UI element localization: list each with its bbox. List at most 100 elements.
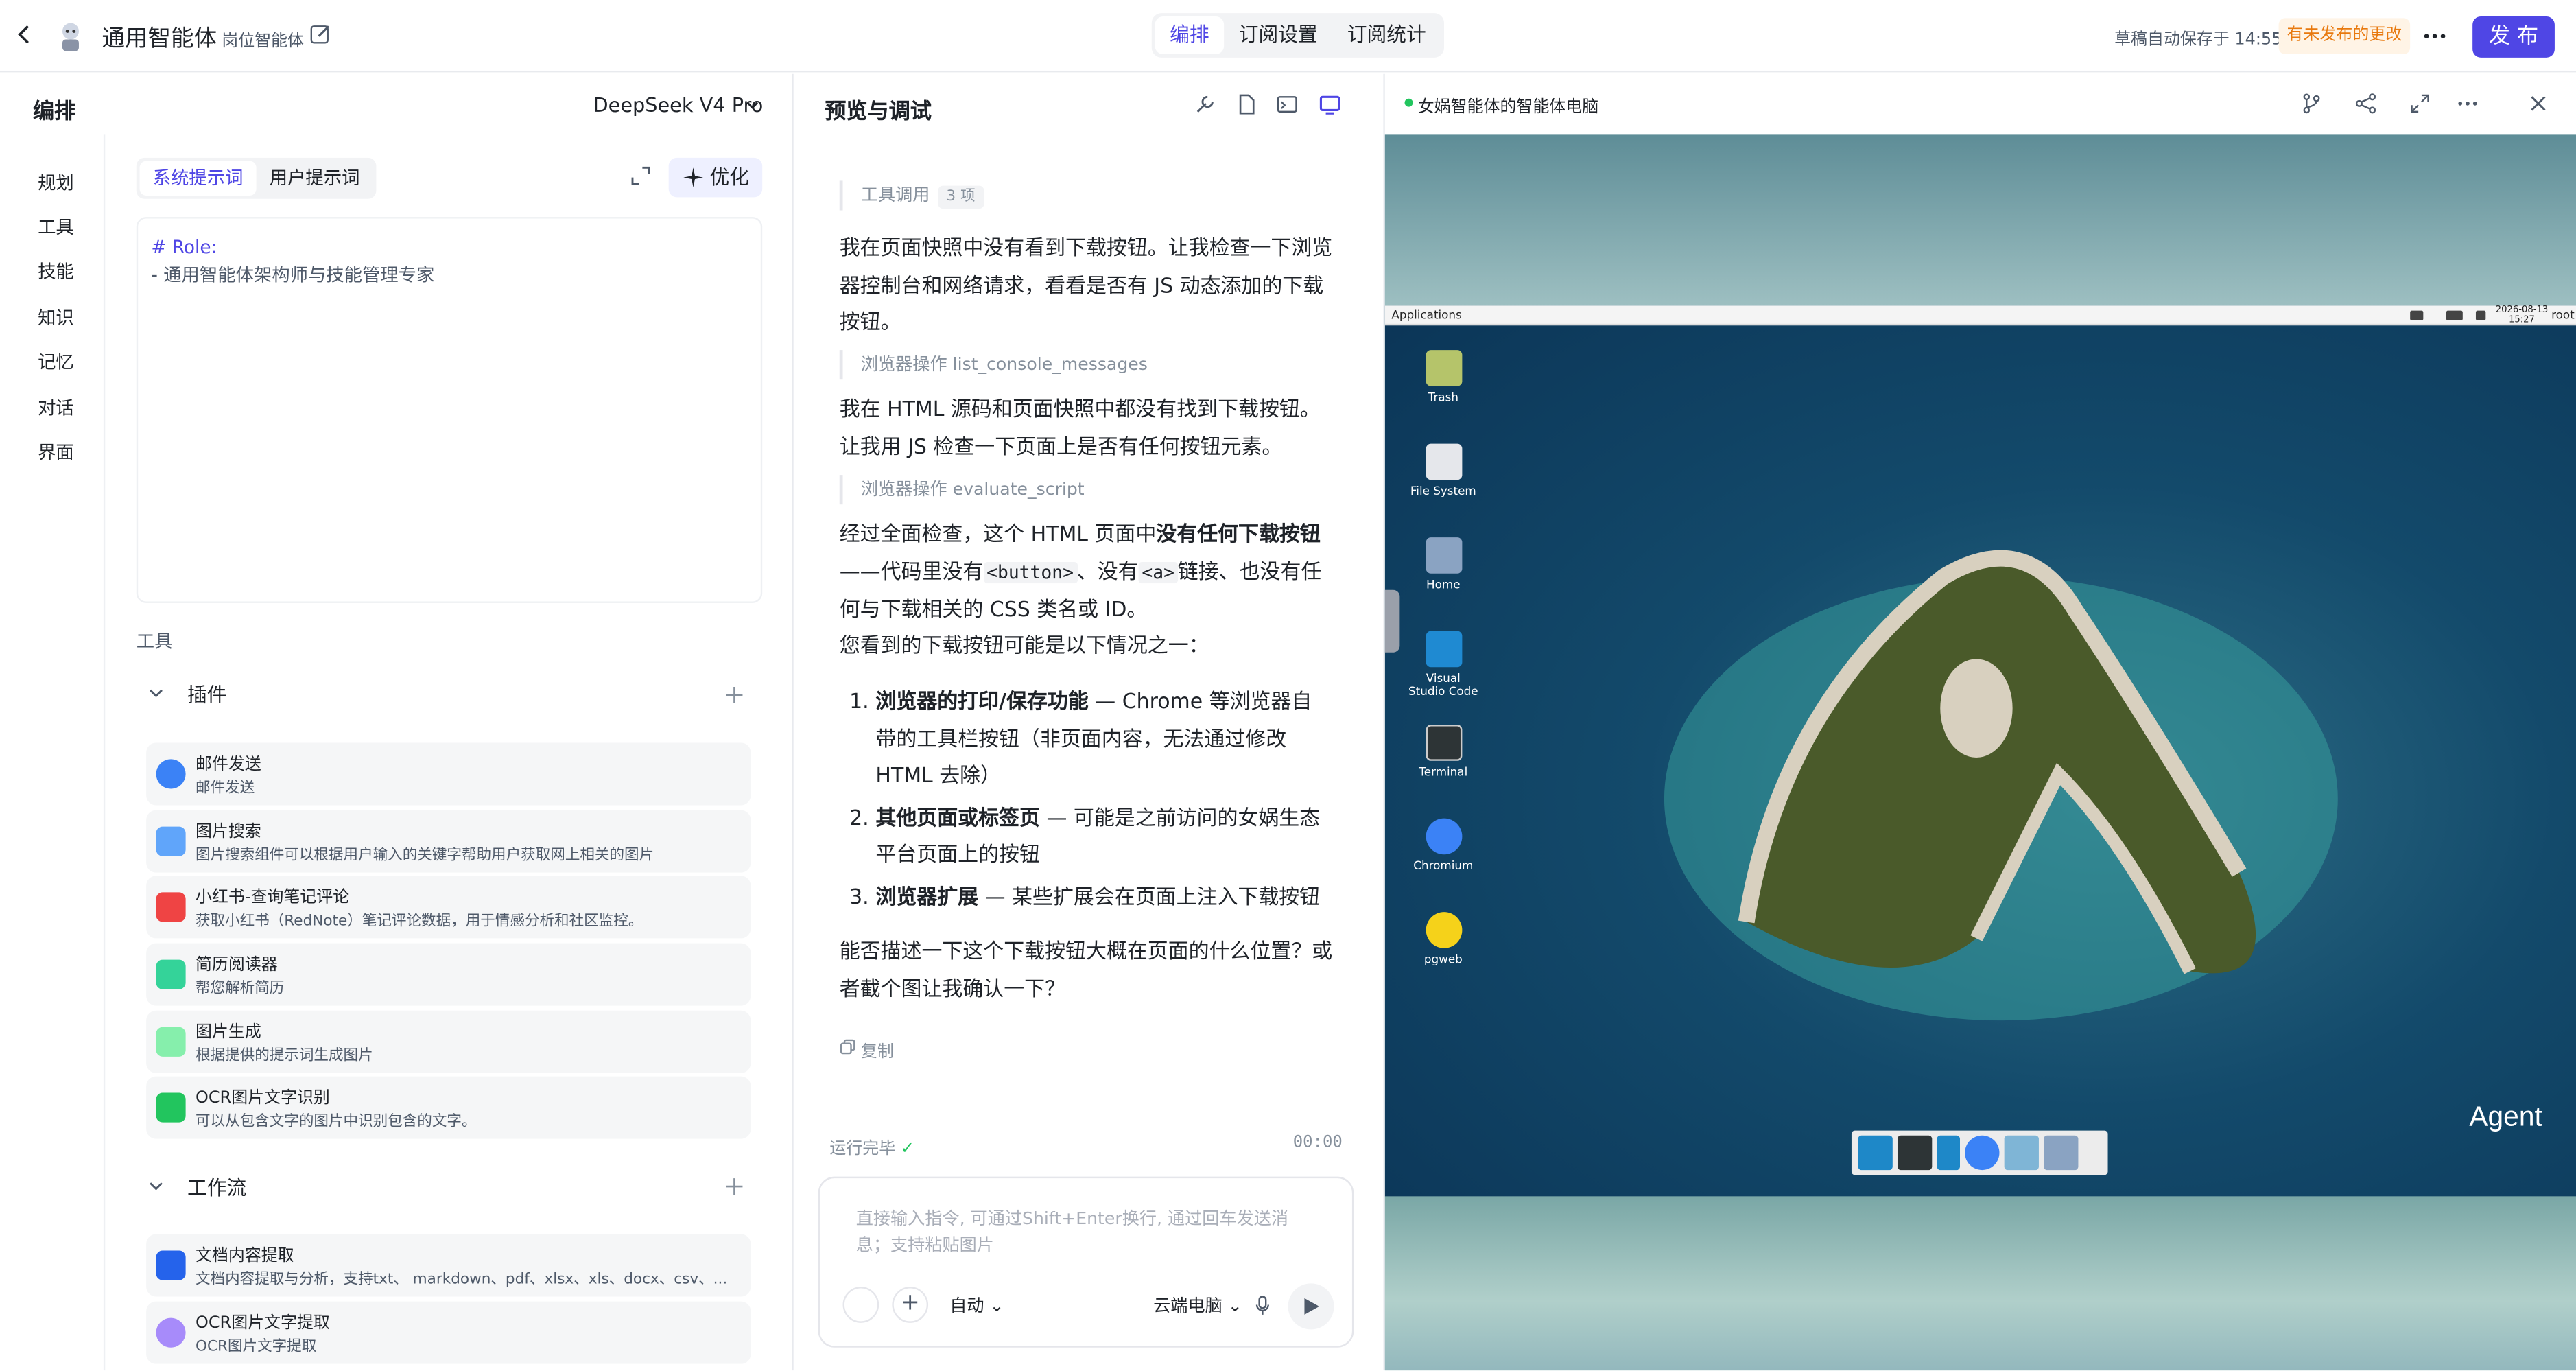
toolbox-icon[interactable] [842,1287,879,1323]
island-wallpaper [1664,550,2338,1021]
wrench-icon[interactable] [1194,94,1216,115]
plugins-label: 插件 [187,683,227,707]
nav-item-plan[interactable]: 规划 [38,169,74,196]
folder-icon[interactable] [2044,1135,2079,1171]
desktop-icon-vscode[interactable]: Visual Studio Code [1406,631,1480,699]
terminal-icon[interactable] [1277,94,1298,115]
desktop-icon-pgweb[interactable]: pgweb [1406,912,1480,966]
bell-icon[interactable] [2475,310,2486,320]
show-desktop-icon[interactable] [1858,1135,1893,1171]
nav-item-knowledge[interactable]: 知识 [38,304,74,330]
clock[interactable]: 2026-08-13 15:27 [2496,305,2549,325]
nav-item-dialog[interactable]: 对话 [38,395,74,421]
remote-desktop-view[interactable]: Applications 2026-08-13 15:27 root Trash … [1384,134,2576,1371]
keyboard-icon[interactable] [2446,310,2463,320]
target-selector[interactable]: 云端电脑 ⌄ [1153,1293,1242,1318]
plugin-card-email[interactable]: 邮件发送 邮件发送 [146,742,751,806]
assistant-message: 您看到的下载按钮可能是以下情况之一： [839,632,1209,657]
browser-step[interactable]: 浏览器操作 list_console_messages [839,350,1148,380]
text: 、没有 [1076,558,1139,583]
workflow-card-ocr-extract[interactable]: OCR图片文字提取 OCR图片文字提取 [146,1301,751,1364]
plugin-title: OCR图片文字识别 [195,1089,330,1108]
more-icon[interactable] [2456,92,2479,115]
desktop-icon-label: Chromium [1413,859,1474,873]
check-icon: ✓ [900,1140,914,1159]
fullscreen-icon[interactable] [2409,92,2432,115]
plugin-card-image-gen[interactable]: 图片生成 根据提供的提示词生成图片 [146,1010,751,1073]
terminal-icon[interactable] [1897,1135,1933,1171]
tab-subscription-stats[interactable]: 订阅统计 [1332,16,1441,54]
side-drawer-handle[interactable] [1384,589,1400,653]
panel-title: 预览与调试 [825,100,932,126]
unpublished-badge: 有未发布的更改 [2278,18,2411,55]
agent-avatar [62,23,79,51]
desktop-icon-filesystem[interactable]: File System [1406,443,1480,498]
nav-item-memory[interactable]: 记忆 [38,349,74,375]
desktop[interactable]: Applications 2026-08-13 15:27 root Trash … [1384,305,2576,1197]
blurred-background [1384,134,2576,306]
tab-user-prompt[interactable]: 用户提示词 [257,161,373,196]
workflow-card-doc-extract[interactable]: 文档内容提取 文档内容提取与分析，支持txt、 markdown、pdf、xls… [146,1234,751,1297]
edit-icon[interactable] [309,23,332,47]
expand-icon[interactable] [631,166,651,186]
search-icon[interactable] [2004,1135,2039,1171]
workflow-desc: OCR图片文字提取 [195,1339,317,1356]
add-attachment-icon[interactable]: + [892,1287,929,1323]
desktop-icon-chromium[interactable]: Chromium [1406,818,1480,873]
back-icon[interactable] [13,23,36,47]
mode-value: 自动 [949,1296,984,1317]
desktop-icon-home[interactable]: Home [1406,537,1480,591]
terminal-icon [1425,725,1462,761]
more-icon[interactable] [2422,25,2448,48]
add-plugin-icon[interactable] [724,686,744,705]
share-icon[interactable] [2354,92,2378,115]
desktop-icon-trash[interactable]: Trash [1406,350,1480,404]
microphone-icon[interactable] [1255,1295,1271,1316]
model-selector[interactable]: DeepSeek V4 Pro [593,94,764,117]
chat-input[interactable]: 直接输入指令, 可通过Shift+Enter换行, 通过回车发送消息；支持粘贴图… [818,1176,1354,1348]
watermark-text: Agent [2469,1101,2542,1133]
nav-item-skills[interactable]: 技能 [38,258,74,284]
computer-icon[interactable] [1319,94,1340,115]
plugin-card-rednote[interactable]: 小红书-查询笔记评论 获取小红书（RedNote）笔记评论数据，用于情感分析和社… [146,876,751,939]
publish-button[interactable]: 发 布 [2472,16,2555,58]
assistant-message: 我在 HTML 源码和页面快照中都没有找到下载按钮。让我用 JS 检查一下页面上… [839,396,1321,458]
applications-menu[interactable]: Applications [1391,305,1461,325]
close-icon[interactable] [2527,92,2550,115]
tab-arrange[interactable]: 编排 [1155,16,1225,55]
optimize-button[interactable]: 优化 [668,157,763,198]
files-icon[interactable] [1937,1135,1960,1171]
mode-selector[interactable]: 自动 ⌄ [949,1293,1004,1318]
branch-icon[interactable] [2300,92,2324,115]
desktop-icon-label: File System [1410,484,1476,498]
plugin-card-resume-reader[interactable]: 简历阅读器 帮您解析简历 [146,943,751,1006]
nav-item-tools[interactable]: 工具 [38,213,74,239]
trash-icon [1425,350,1462,386]
run-status[interactable]: 运行完毕 ✓ [829,1134,914,1158]
browser-step[interactable]: 浏览器操作 evaluate_script [839,475,1085,505]
file-icon[interactable] [1236,94,1257,115]
inline-code: <button> [983,561,1077,583]
plugin-desc: 帮您解析简历 [195,981,285,998]
mute-icon[interactable] [2410,310,2424,320]
add-workflow-icon[interactable] [724,1177,744,1197]
agent-name: 通用智能体 [102,26,217,53]
plugin-card-ocr[interactable]: OCR图片文字识别 可以从包含文字的图片中识别包含的文字。 [146,1076,751,1139]
copy-icon [840,1039,855,1055]
header-tabs: 编排 订阅设置 订阅统计 [1151,13,1445,58]
copy-button[interactable]: 复制 [840,1037,894,1062]
chromium-icon[interactable] [1965,1135,2000,1171]
plugin-card-image-search[interactable]: 图片搜索 图片搜索组件可以根据用户输入的关键字帮助用户获取网上相关的图片 [146,810,751,873]
top-header: 通用智能体 岗位智能体 编排 订阅设置 订阅统计 草稿自动保存于 14:55 有… [0,0,2576,73]
panel-title: 编排 [32,100,76,126]
desktop-icon-label: Visual Studio Code [1408,672,1478,699]
send-button[interactable] [1288,1283,1334,1330]
desktop-icon-terminal[interactable]: Terminal [1406,725,1480,779]
tab-system-prompt[interactable]: 系统提示词 [139,161,257,196]
system-prompt-editor[interactable]: # Role: - 通用智能体架构师与技能管理专家 [136,217,763,603]
tab-subscription-settings[interactable]: 订阅设置 [1224,16,1332,54]
tool-call-summary[interactable]: 工具调用 3 项 [839,180,984,211]
image-search-icon [156,826,186,856]
user-name[interactable]: root [2551,305,2575,325]
nav-item-interface[interactable]: 界面 [38,438,74,465]
